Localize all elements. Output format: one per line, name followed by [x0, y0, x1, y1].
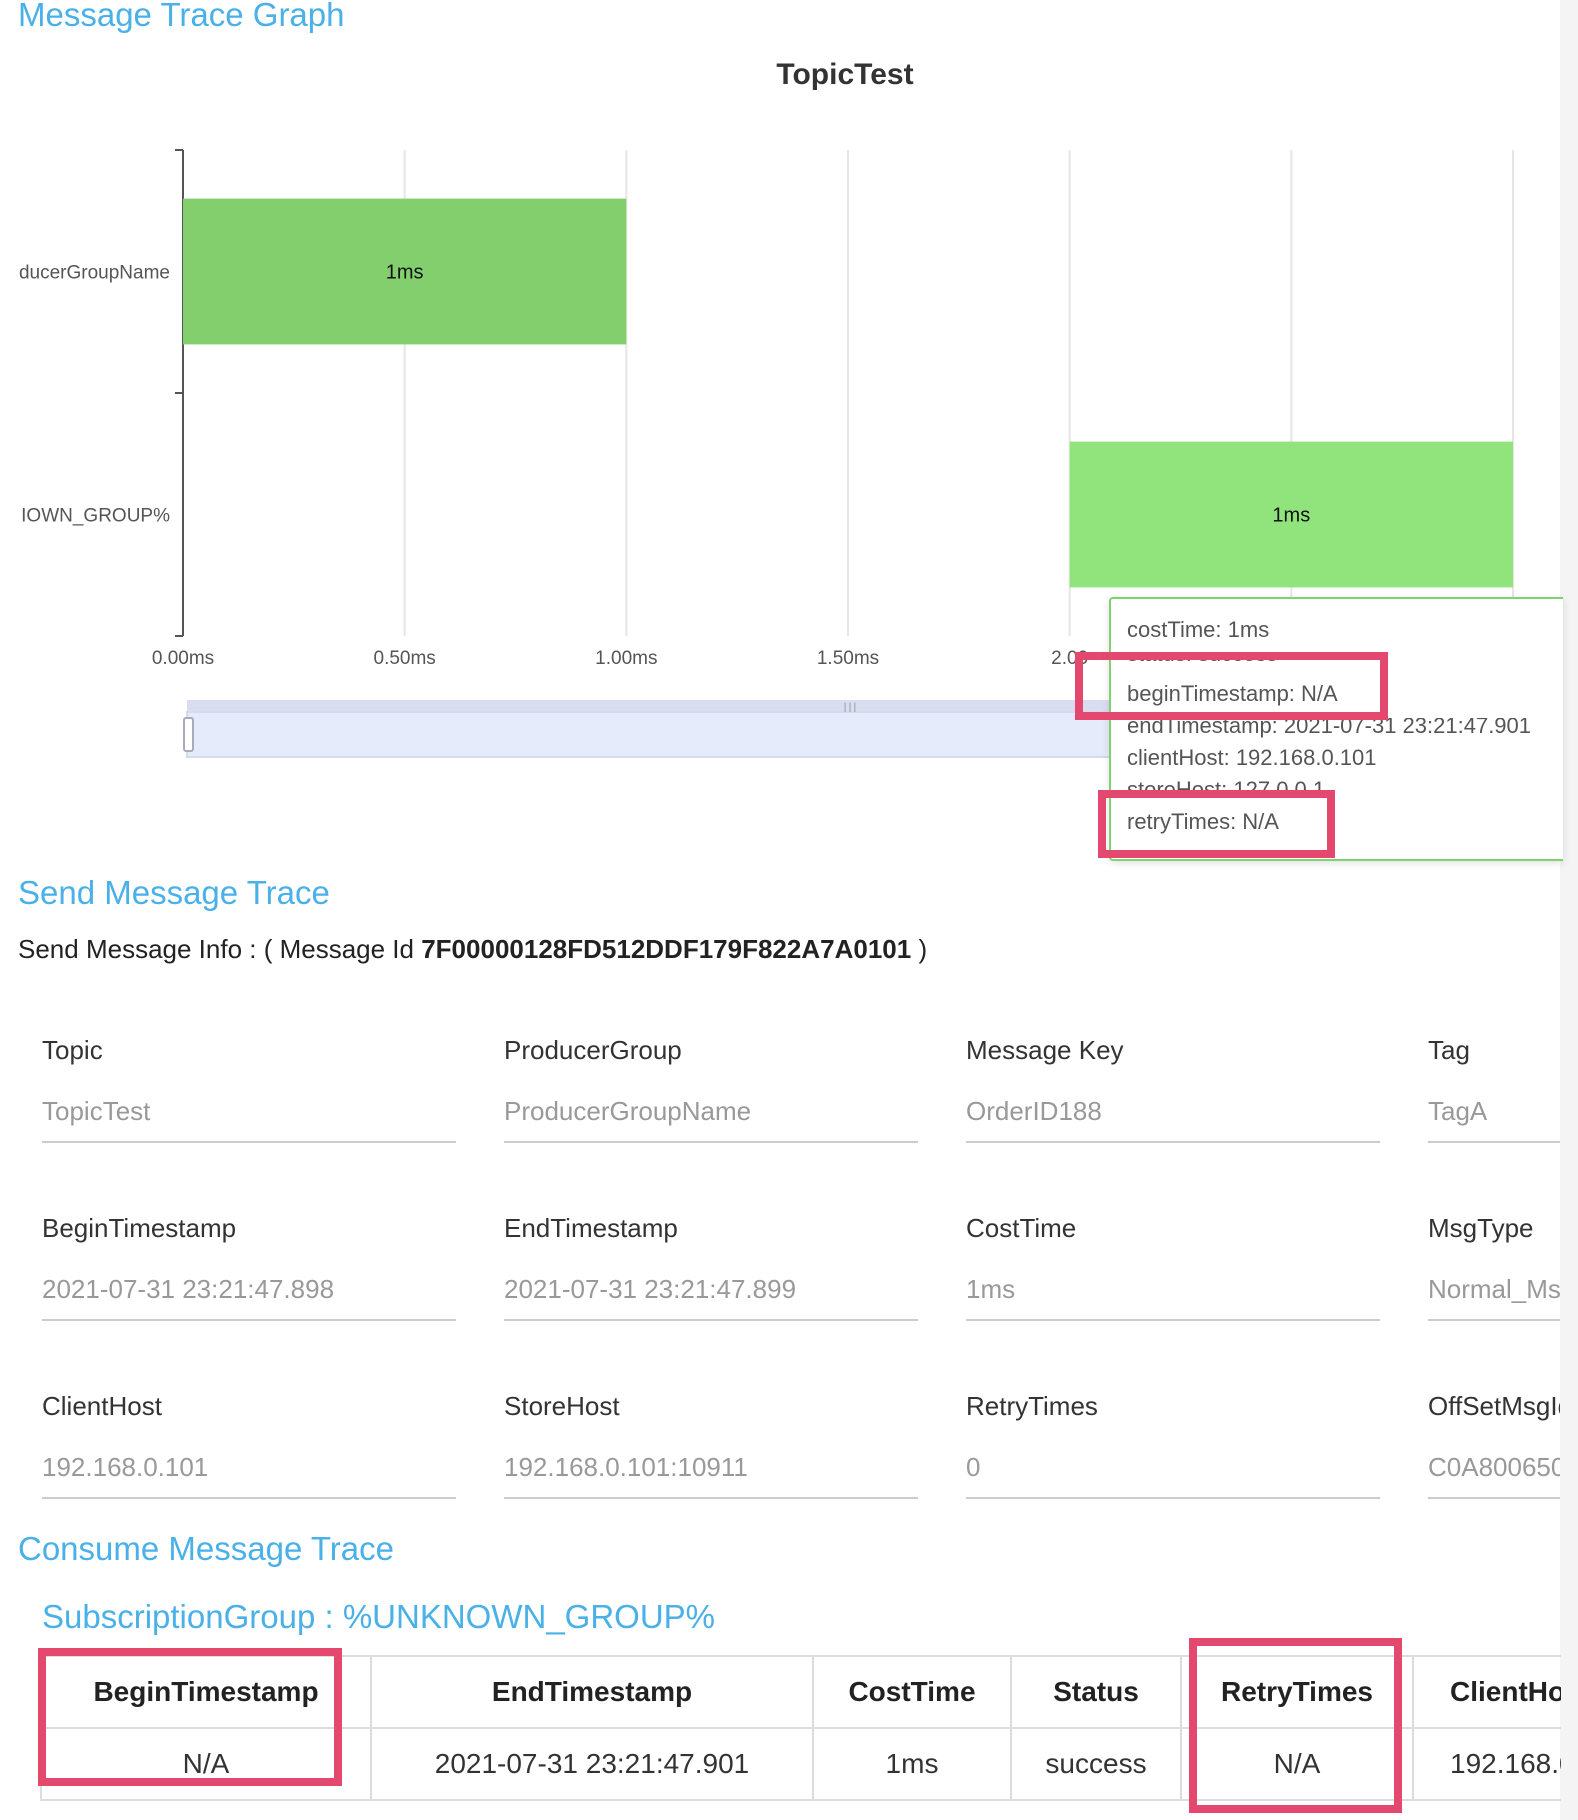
field-underline [504, 1141, 918, 1143]
send-section-title: Send Message Trace [18, 874, 330, 911]
field-offsetmsgid: OffSetMsgId C0A80065000 [1428, 1391, 1560, 1499]
bar-label-0: 1ms [386, 262, 424, 284]
send-info-suffix: ) [911, 934, 928, 964]
field-underline [1428, 1497, 1560, 1499]
field-label: EndTimestamp [504, 1213, 678, 1243]
field-topic: Topic TopicTest [42, 1035, 456, 1143]
highlight-box-begin-timestamp-column [38, 1648, 342, 1786]
x-tick-label-3: 1.50ms [817, 648, 879, 669]
field-label: ClientHost [42, 1391, 162, 1421]
field-underline [966, 1141, 1380, 1143]
x-tick-label-2: 1.00ms [595, 648, 657, 669]
field-underline [966, 1319, 1380, 1321]
field-value[interactable]: 2021-07-31 23:21:47.899 [504, 1274, 918, 1305]
field-costtime: CostTime 1ms [966, 1213, 1380, 1321]
field-value[interactable]: 1ms [966, 1274, 1380, 1305]
subscription-group-title: SubscriptionGroup : %UNKNOWN_GROUP% [42, 1598, 716, 1635]
highlight-box-retry-times [1098, 790, 1335, 858]
field-value[interactable]: 192.168.0.101:10911 [504, 1452, 918, 1483]
field-value[interactable]: 192.168.0.101 [42, 1452, 456, 1483]
field-begintimestamp: BeginTimestamp 2021-07-31 23:21:47.898 [42, 1213, 456, 1321]
table-cell: 2021-07-31 23:21:47.901 [370, 1727, 814, 1801]
table-cell: success [1010, 1727, 1182, 1801]
field-label: Topic [42, 1035, 103, 1065]
column-header-clienthost: ClientHost [1412, 1655, 1561, 1729]
field-tag: Tag TagA [1428, 1035, 1560, 1143]
consume-section-title: Consume Message Trace [18, 1530, 395, 1567]
field-label: OffSetMsgId [1428, 1391, 1560, 1421]
highlight-box-begin-timestamp [1075, 652, 1388, 720]
field-value[interactable]: C0A80065000 [1428, 1452, 1560, 1483]
send-message-info: Send Message Info : ( Message Id 7F00000… [18, 934, 927, 965]
x-tick-label-0: 0.00ms [152, 648, 214, 669]
field-value[interactable]: TopicTest [42, 1096, 456, 1127]
field-underline [42, 1497, 456, 1499]
field-label: CostTime [966, 1213, 1077, 1243]
scrollbar-track[interactable] [1560, 0, 1578, 1820]
column-header-endtimestamp: EndTimestamp [370, 1655, 814, 1729]
field-msgtype: MsgType Normal_Msg [1428, 1213, 1560, 1321]
column-header-status: Status [1010, 1655, 1182, 1729]
field-endtimestamp: EndTimestamp 2021-07-31 23:21:47.899 [504, 1213, 918, 1321]
field-label: ProducerGroup [504, 1035, 682, 1065]
table-cell: 192.168.0.101 [1412, 1727, 1561, 1801]
field-underline [966, 1497, 1380, 1499]
field-message-key: Message Key OrderID188 [966, 1035, 1380, 1143]
field-label: BeginTimestamp [42, 1213, 237, 1243]
field-underline [504, 1319, 918, 1321]
field-underline [504, 1497, 918, 1499]
x-tick-label-1: 0.50ms [374, 648, 436, 669]
field-value[interactable]: 2021-07-31 23:21:47.898 [42, 1274, 456, 1305]
field-value[interactable]: Normal_Msg [1428, 1274, 1560, 1305]
field-value[interactable]: ProducerGroupName [504, 1096, 918, 1127]
field-retrytimes: RetryTimes 0 [966, 1391, 1380, 1499]
highlight-box-retry-times-column [1189, 1638, 1402, 1813]
field-label: StoreHost [504, 1391, 620, 1421]
field-label: RetryTimes [966, 1391, 1098, 1421]
y-tick-label-0: ducerGroupName [19, 263, 170, 284]
field-producergroup: ProducerGroup ProducerGroupName [504, 1035, 918, 1143]
field-label: Tag [1428, 1035, 1470, 1065]
zoom-slider-left-handle[interactable] [183, 717, 194, 752]
field-underline [42, 1141, 456, 1143]
tooltip-cost-time: costTime: 1ms [1127, 617, 1270, 642]
field-underline [1428, 1141, 1560, 1143]
field-underline [1428, 1319, 1560, 1321]
table-cell: 1ms [812, 1727, 1012, 1801]
field-label: MsgType [1428, 1213, 1534, 1243]
column-header-costtime: CostTime [812, 1655, 1012, 1729]
field-storehost: StoreHost 192.168.0.101:10911 [504, 1391, 918, 1499]
bar-label-1: 1ms [1272, 505, 1310, 527]
y-tick-label-1: IOWN_GROUP% [21, 506, 170, 527]
field-underline [42, 1319, 456, 1321]
send-fields-grid: Topic TopicTest ProducerGroup ProducerGroup… [42, 1035, 1560, 1505]
field-value[interactable]: TagA [1428, 1096, 1560, 1127]
tooltip-client-host: clientHost: 192.168.0.101 [1127, 745, 1377, 770]
field-value[interactable]: 0 [966, 1452, 1380, 1483]
message-id: 7F00000128FD512DDF179F822A7A0101 [421, 934, 912, 964]
field-clienthost: ClientHost 192.168.0.101 [42, 1391, 456, 1499]
field-value[interactable]: OrderID188 [966, 1096, 1380, 1127]
field-label: Message Key [966, 1035, 1124, 1065]
send-info-prefix: Send Message Info : ( Message Id [18, 934, 422, 964]
zoom-slider-drag-icon[interactable]: ┃┃┃ [843, 702, 857, 712]
